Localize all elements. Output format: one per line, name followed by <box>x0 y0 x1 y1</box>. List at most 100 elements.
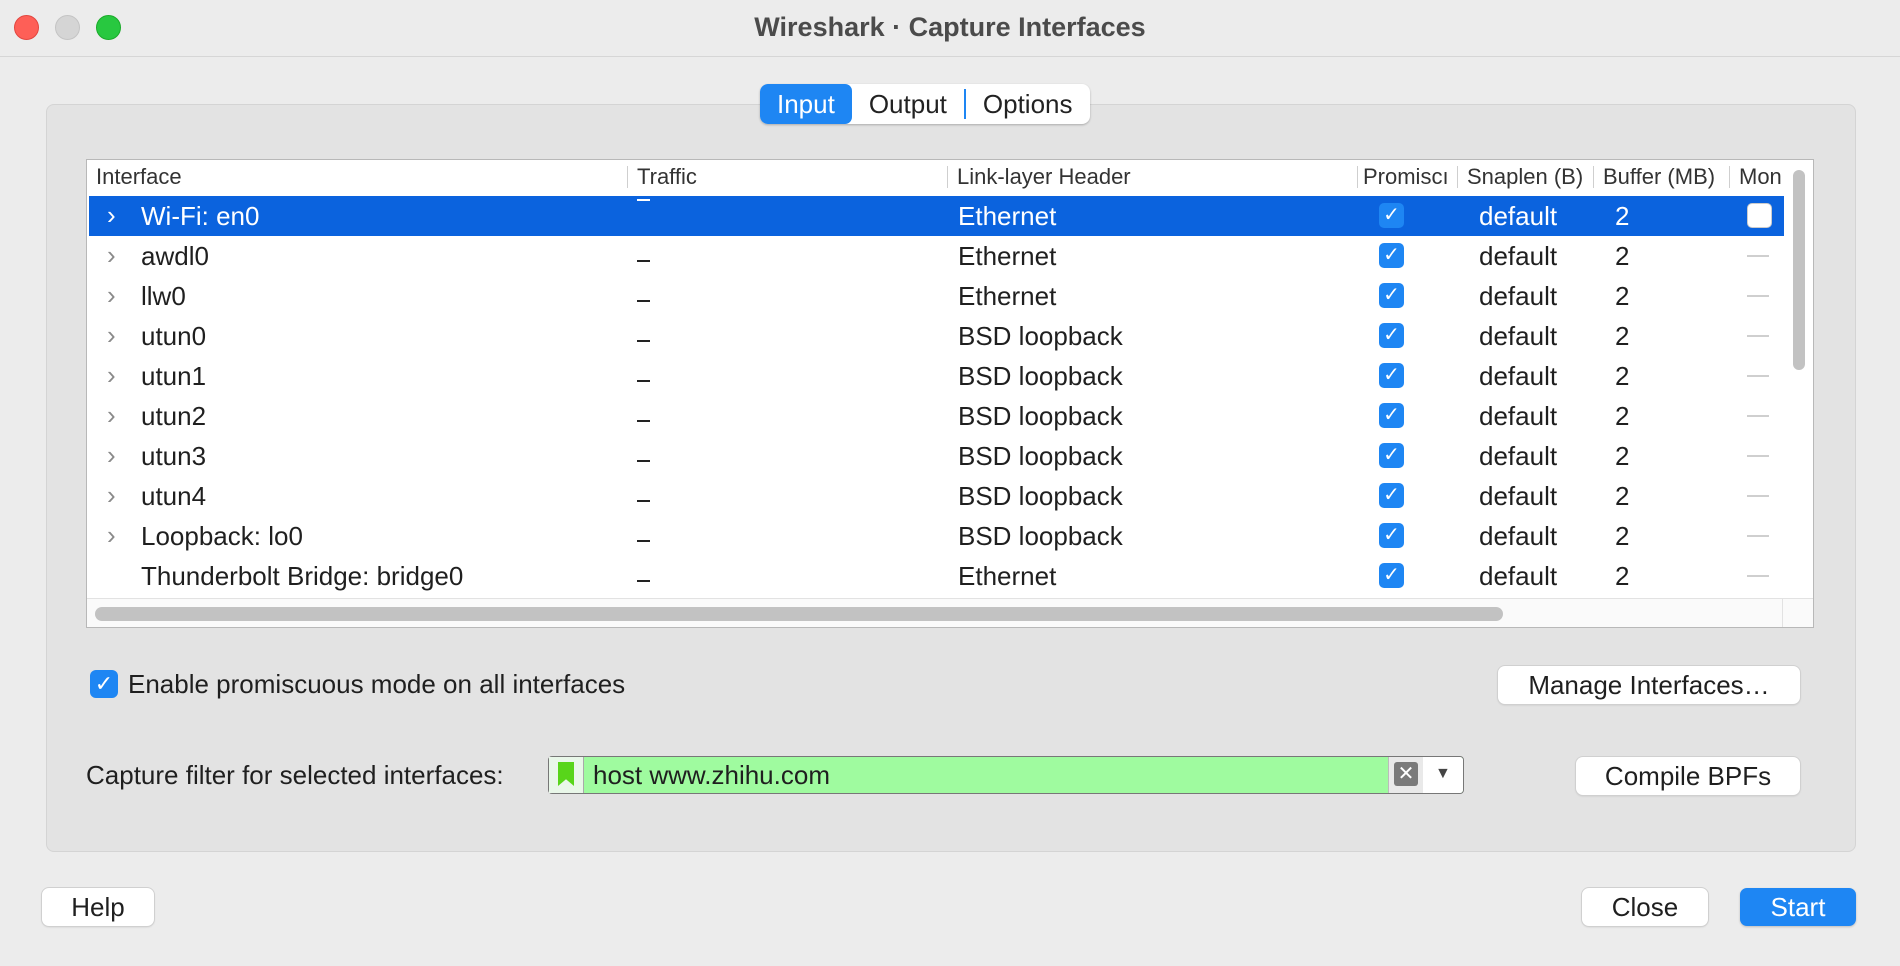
column-header-promiscuous[interactable]: Promiscı <box>1363 160 1453 194</box>
column-header-snaplen[interactable]: Snaplen (B) <box>1467 160 1595 194</box>
chevron-right-icon[interactable]: › <box>107 356 116 396</box>
buffer-cell[interactable]: 2 <box>1615 476 1629 516</box>
buffer-cell[interactable]: 2 <box>1615 316 1629 356</box>
promiscuous-checkbox[interactable]: ✓ <box>1379 363 1404 388</box>
checkmark-icon: ✓ <box>1383 444 1400 466</box>
tab-options[interactable]: Options <box>966 84 1090 124</box>
buffer-cell[interactable]: 2 <box>1615 396 1629 436</box>
promiscuous-checkbox[interactable]: ✓ <box>1379 243 1404 268</box>
buffer-cell[interactable]: 2 <box>1615 236 1629 276</box>
column-separator[interactable] <box>1593 166 1594 188</box>
horizontal-scrollbar[interactable] <box>95 607 1503 621</box>
snaplen-cell[interactable]: default <box>1479 476 1557 516</box>
compile-bpfs-button[interactable]: Compile BPFs <box>1576 757 1800 795</box>
buffer-cell[interactable]: 2 <box>1615 276 1629 316</box>
filter-clear-button[interactable]: ✕ <box>1388 757 1423 793</box>
buffer-cell[interactable]: 2 <box>1615 516 1629 556</box>
link-layer-header-cell[interactable]: BSD loopback <box>958 396 1123 436</box>
column-separator[interactable] <box>947 166 948 188</box>
interface-name-cell: Loopback: lo0 <box>141 521 303 551</box>
table-row[interactable]: › awdl0 Ethernet ✓ default 2 <box>89 236 1784 276</box>
promiscuous-all-checkbox[interactable]: ✓ <box>90 670 118 698</box>
promiscuous-checkbox[interactable]: ✓ <box>1379 203 1404 228</box>
column-header-link-layer[interactable]: Link-layer Header <box>957 160 1357 194</box>
column-separator[interactable] <box>1357 166 1358 188</box>
snaplen-cell[interactable]: default <box>1479 196 1557 236</box>
checkmark-icon: ✓ <box>94 671 114 696</box>
link-layer-header-cell[interactable]: Ethernet <box>958 556 1056 596</box>
snaplen-cell[interactable]: default <box>1479 316 1557 356</box>
buffer-cell[interactable]: 2 <box>1615 556 1629 596</box>
column-header-interface[interactable]: Interface <box>96 160 596 194</box>
link-layer-header-cell[interactable]: Ethernet <box>958 236 1056 276</box>
column-separator[interactable] <box>1457 166 1458 188</box>
buffer-cell[interactable]: 2 <box>1615 436 1629 476</box>
snaplen-cell[interactable]: default <box>1479 516 1557 556</box>
column-separator[interactable] <box>627 166 628 188</box>
chevron-right-icon[interactable]: › <box>107 236 116 276</box>
filter-bookmark-button[interactable] <box>549 757 584 793</box>
snaplen-cell[interactable]: default <box>1479 356 1557 396</box>
traffic-sparkline <box>637 300 650 302</box>
table-row[interactable]: › utun2 BSD loopback ✓ default 2 <box>89 396 1784 436</box>
snaplen-cell[interactable]: default <box>1479 236 1557 276</box>
buffer-cell[interactable]: 2 <box>1615 356 1629 396</box>
monitor-mode-checkbox[interactable] <box>1747 203 1772 228</box>
traffic-sparkline <box>637 540 650 542</box>
promiscuous-checkbox[interactable]: ✓ <box>1379 323 1404 348</box>
table-row[interactable]: › Wi-Fi: en0 Ethernet ✓ default 2 <box>89 196 1784 236</box>
interface-table[interactable]: Interface Traffic Link-layer Header Prom… <box>86 159 1814 628</box>
help-button[interactable]: Help <box>42 888 154 926</box>
snaplen-cell[interactable]: default <box>1479 436 1557 476</box>
chevron-right-icon[interactable]: › <box>107 196 116 236</box>
chevron-right-icon[interactable]: › <box>107 316 116 356</box>
table-row[interactable]: › utun3 BSD loopback ✓ default 2 <box>89 436 1784 476</box>
table-row[interactable]: Thunderbolt Bridge: bridge0 Ethernet ✓ defa… <box>89 556 1784 596</box>
chevron-right-icon[interactable]: › <box>107 436 116 476</box>
capture-filter-field[interactable]: host www.zhihu.com ✕ ▼ <box>548 756 1464 794</box>
column-separator[interactable] <box>1729 166 1730 188</box>
capture-filter-input[interactable]: host www.zhihu.com <box>593 757 830 793</box>
chevron-right-icon[interactable]: › <box>107 276 116 316</box>
table-row[interactable]: › utun4 BSD loopback ✓ default 2 <box>89 476 1784 516</box>
column-header-monitor[interactable]: Mon <box>1739 160 1785 194</box>
table-row[interactable]: › utun1 BSD loopback ✓ default 2 <box>89 356 1784 396</box>
filter-dropdown-button[interactable]: ▼ <box>1423 757 1463 793</box>
promiscuous-all-label[interactable]: Enable promiscuous mode on all interface… <box>128 669 625 700</box>
buffer-cell[interactable]: 2 <box>1615 196 1629 236</box>
promiscuous-all-option[interactable]: ✓ Enable promiscuous mode on all interfa… <box>90 668 625 700</box>
snaplen-cell[interactable]: default <box>1479 396 1557 436</box>
manage-interfaces-button[interactable]: Manage Interfaces… <box>1498 666 1800 704</box>
table-row[interactable]: › utun0 BSD loopback ✓ default 2 <box>89 316 1784 356</box>
chevron-right-icon[interactable]: › <box>107 396 116 436</box>
table-row[interactable]: › llw0 Ethernet ✓ default 2 <box>89 276 1784 316</box>
column-header-buffer[interactable]: Buffer (MB) <box>1603 160 1727 194</box>
promiscuous-checkbox[interactable]: ✓ <box>1379 523 1404 548</box>
link-layer-header-cell[interactable]: BSD loopback <box>958 476 1123 516</box>
link-layer-header-cell[interactable]: BSD loopback <box>958 436 1123 476</box>
chevron-right-icon[interactable]: › <box>107 516 116 556</box>
link-layer-header-cell[interactable]: Ethernet <box>958 196 1056 236</box>
chevron-right-icon[interactable]: › <box>107 476 116 516</box>
promiscuous-checkbox[interactable]: ✓ <box>1379 443 1404 468</box>
snaplen-cell[interactable]: default <box>1479 276 1557 316</box>
table-row[interactable]: › Loopback: lo0 BSD loopback ✓ default 2 <box>89 516 1784 556</box>
triangle-down-icon: ▼ <box>1435 765 1451 782</box>
link-layer-header-cell[interactable]: Ethernet <box>958 276 1056 316</box>
interface-name-cell: utun4 <box>141 481 207 511</box>
link-layer-header-cell[interactable]: BSD loopback <box>958 316 1123 356</box>
vertical-scrollbar[interactable] <box>1793 170 1805 370</box>
promiscuous-checkbox[interactable]: ✓ <box>1379 403 1404 428</box>
column-header-traffic[interactable]: Traffic <box>637 160 937 194</box>
promiscuous-checkbox[interactable]: ✓ <box>1379 563 1404 588</box>
start-button[interactable]: Start <box>1740 888 1856 926</box>
link-layer-header-cell[interactable]: BSD loopback <box>958 516 1123 556</box>
interface-name-cell: utun3 <box>141 441 207 471</box>
promiscuous-checkbox[interactable]: ✓ <box>1379 283 1404 308</box>
tab-output[interactable]: Output <box>852 84 964 124</box>
snaplen-cell[interactable]: default <box>1479 556 1557 596</box>
link-layer-header-cell[interactable]: BSD loopback <box>958 356 1123 396</box>
close-button[interactable]: Close <box>1582 888 1708 926</box>
tab-input[interactable]: Input <box>760 84 852 124</box>
promiscuous-checkbox[interactable]: ✓ <box>1379 483 1404 508</box>
